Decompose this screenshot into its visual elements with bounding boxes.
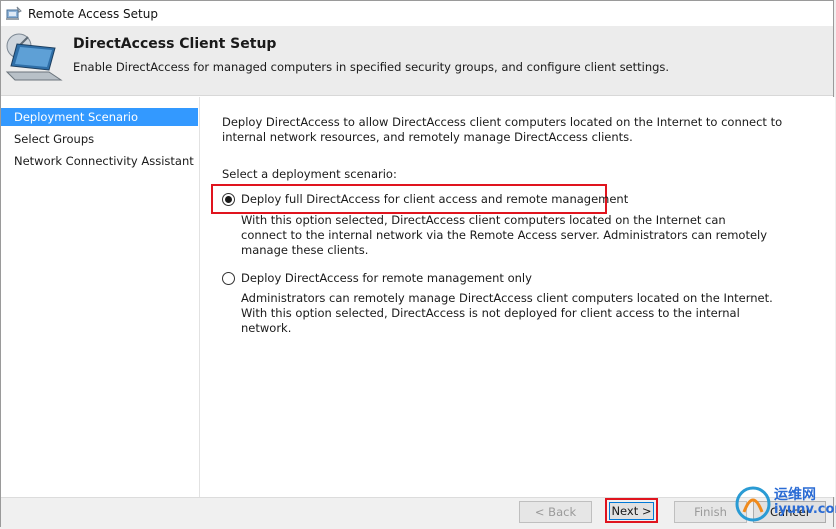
wizard-nav: Deployment Scenario Select Groups Networ… (1, 97, 200, 497)
remote-access-icon (6, 6, 22, 20)
next-button[interactable]: Next > (609, 502, 654, 520)
wizard-header: DirectAccess Client Setup Enable DirectA… (1, 26, 833, 96)
radio-full-directaccess[interactable] (222, 192, 235, 206)
option-remote-desc-2: With this option selected, DirectAccess … (241, 306, 740, 320)
intro-text-line-2: internal network resources, and remotely… (222, 130, 633, 144)
watermark-logo-icon (735, 486, 771, 522)
site-watermark: 运维网 iyunv.com (730, 480, 836, 528)
wizard-footer: < Back Next > Finish Cancel (1, 497, 833, 528)
intro-text-line-1: Deploy DirectAccess to allow DirectAcces… (222, 115, 783, 129)
nav-item-network-connectivity-assistant[interactable]: Network Connectivity Assistant (1, 152, 198, 170)
option-remote-desc-3: network. (241, 321, 292, 335)
option-remote-management-only[interactable]: Deploy DirectAccess for remote managemen… (222, 269, 532, 287)
page-title: DirectAccess Client Setup (73, 36, 277, 52)
option-remote-management-label[interactable]: Deploy DirectAccess for remote managemen… (241, 271, 532, 285)
option-remote-desc-1: Administrators can remotely manage Direc… (241, 291, 773, 305)
watermark-text-domain: iyunv.com (774, 502, 836, 517)
laptop-satellite-icon (5, 33, 63, 81)
option-full-desc-2: connect to the internal network via the … (241, 228, 768, 242)
window-title: Remote Access Setup (28, 6, 158, 21)
wizard-content: Deploy DirectAccess to allow DirectAcces… (201, 97, 835, 497)
page-subtitle: Enable DirectAccess for managed computer… (73, 60, 670, 74)
watermark-text-cn: 运维网 (774, 487, 816, 503)
option-full-desc-3: manage these clients. (241, 243, 369, 257)
back-button[interactable]: < Back (519, 501, 592, 523)
option-full-directaccess[interactable]: Deploy full DirectAccess for client acce… (222, 190, 628, 208)
select-scenario-label: Select a deployment scenario: (222, 167, 397, 181)
option-full-directaccess-label[interactable]: Deploy full DirectAccess for client acce… (241, 192, 628, 206)
radio-remote-management-only[interactable] (222, 271, 235, 285)
nav-item-deployment-scenario[interactable]: Deployment Scenario (1, 108, 198, 126)
option-full-desc-1: With this option selected, DirectAccess … (241, 213, 726, 227)
remote-access-setup-window: Remote Access Setup DirectAccess Client … (0, 0, 835, 528)
nav-item-select-groups[interactable]: Select Groups (1, 130, 198, 148)
title-bar: Remote Access Setup (1, 1, 833, 26)
